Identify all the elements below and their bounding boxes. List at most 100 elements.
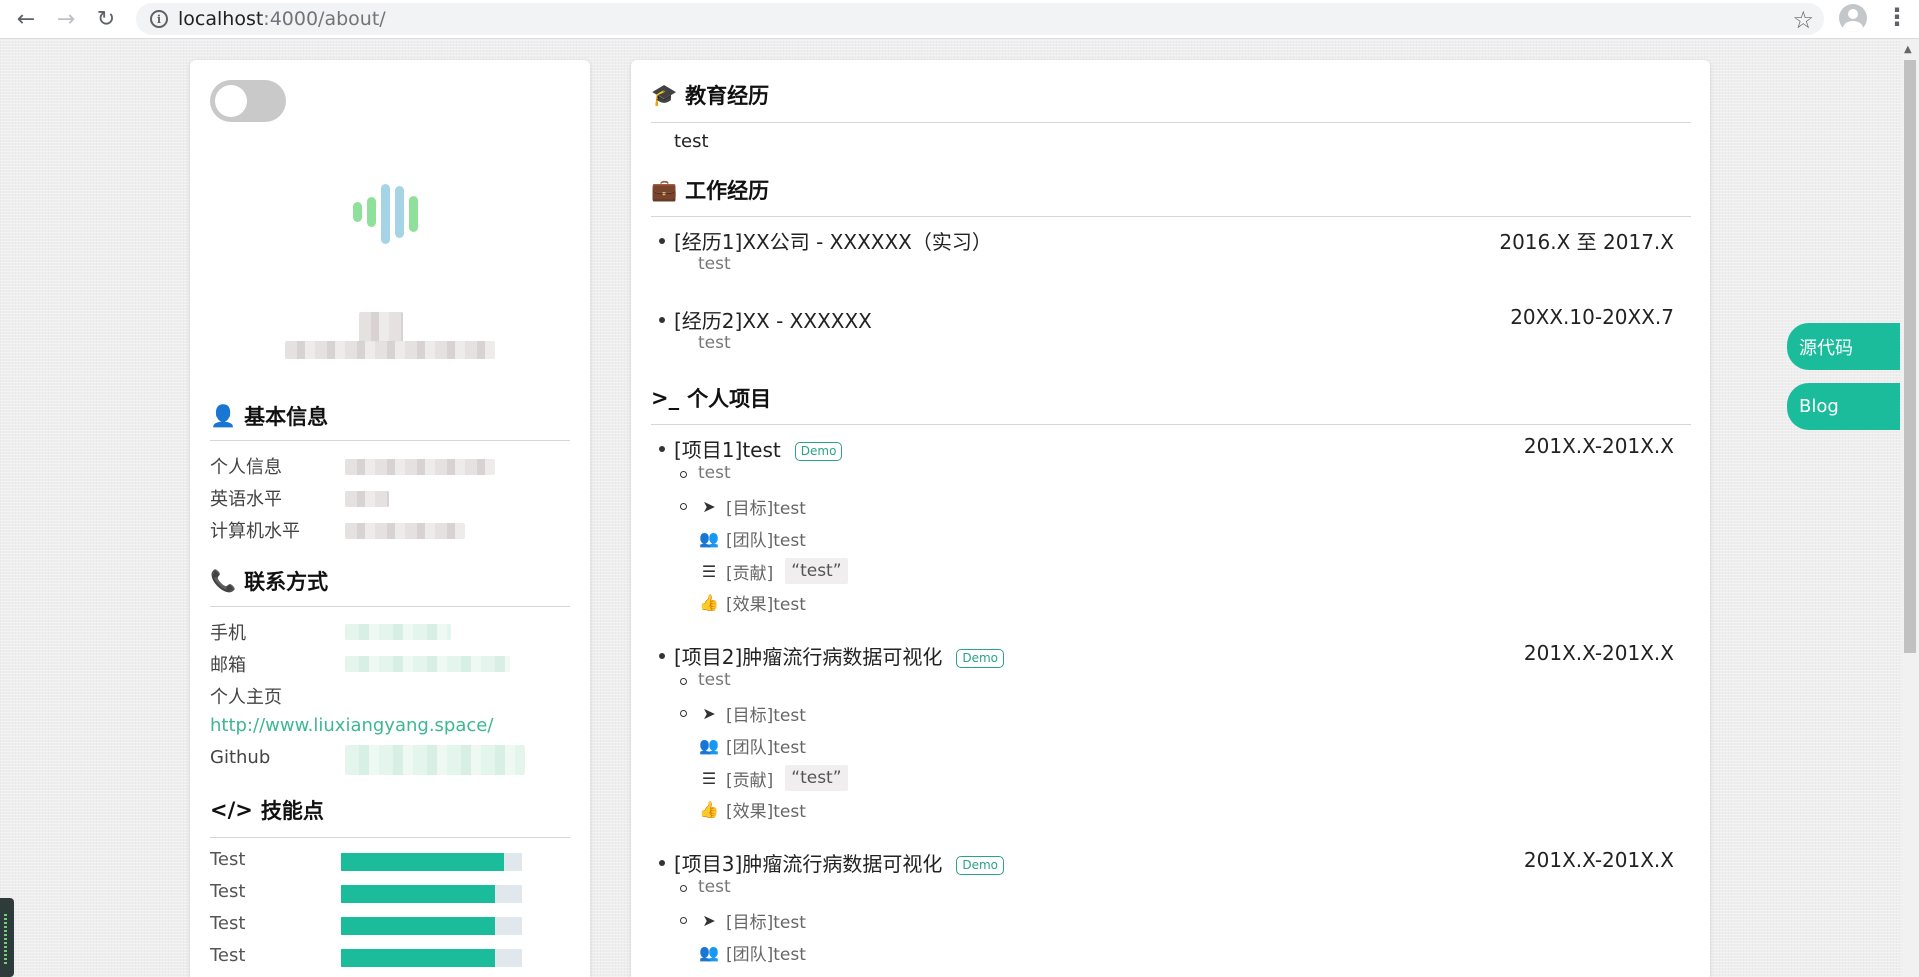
paper-plane-icon: ➤: [702, 497, 716, 516]
users-icon: 👥: [699, 529, 719, 548]
sub-bullet: [680, 710, 687, 717]
project-team: 👥 [团队]test: [699, 943, 806, 965]
divider: [210, 837, 570, 838]
divider: [210, 440, 570, 441]
browser-menu-icon[interactable]: ⋮: [1885, 3, 1909, 31]
project-contribution: ☰ [贡献] “test”: [698, 765, 848, 791]
basic-info-heading: 👤 基本信息: [210, 403, 329, 430]
list-bullet: [659, 238, 665, 244]
scroll-up-icon[interactable]: ▲: [1904, 44, 1912, 55]
redacted-email: [345, 656, 510, 672]
project-goal: ➤ [目标]test: [698, 494, 806, 519]
projects-heading: >_ 个人项目: [651, 386, 772, 411]
education-text: test: [674, 131, 709, 152]
terminal-icon: >_: [651, 386, 680, 410]
computer-level-label: 计算机水平: [210, 521, 300, 542]
sub-bullet: [680, 471, 687, 478]
project-item-title: [项目1]test Demo: [674, 434, 843, 463]
source-code-button[interactable]: 源代码: [1787, 323, 1900, 370]
site-info-icon[interactable]: i: [150, 10, 168, 28]
redacted-value: [345, 491, 389, 507]
skill-bar-fill: [341, 917, 495, 935]
phone-icon: 📞: [210, 568, 237, 593]
redacted-name: [359, 312, 403, 342]
sub-bullet: [680, 885, 687, 892]
divider: [651, 122, 1691, 123]
sub-bullet: [680, 917, 687, 924]
work-item-title: [经历2]XX - XXXXXX: [674, 309, 872, 333]
graduation-cap-icon: 🎓: [651, 82, 678, 107]
list-bullet: [659, 446, 665, 452]
homepage-label: 个人主页: [210, 687, 282, 708]
demo-badge[interactable]: Demo: [956, 649, 1004, 668]
profile-sidebar: 👤 基本信息 个人信息 英语水平 计算机水平 📞 联系方式 手机 邮箱 个人主页…: [190, 60, 590, 977]
redacted-phone: [345, 624, 451, 640]
skills-heading: </> 技能点: [210, 798, 324, 823]
paper-plane-icon: ➤: [702, 704, 716, 723]
work-item-date: 2016.X 至 2017.X: [1499, 230, 1674, 254]
skill-item: Test: [210, 881, 540, 905]
list-bullet: [659, 317, 665, 323]
project-item-date: 201X.X-201X.X: [1523, 848, 1674, 872]
bookmark-star-icon[interactable]: ☆: [1792, 6, 1814, 34]
work-item-date: 20XX.10-20XX.7: [1510, 305, 1674, 329]
redacted-subtitle: [285, 341, 495, 359]
contact-heading: 📞 联系方式: [210, 568, 329, 595]
theme-toggle[interactable]: [210, 80, 286, 122]
skill-bar-fill: [341, 853, 504, 871]
github-label: Github: [210, 747, 271, 768]
divider: [651, 424, 1691, 425]
demo-badge[interactable]: Demo: [794, 442, 843, 461]
project-effect: 👍 [效果]test: [699, 800, 806, 822]
project-item-date: 201X.X-201X.X: [1523, 434, 1674, 458]
list-icon: ☰: [701, 768, 717, 788]
list-bullet: [659, 860, 665, 866]
education-heading: 🎓 教育经历: [651, 82, 770, 109]
paper-plane-icon: ➤: [702, 911, 716, 930]
divider: [651, 216, 1691, 217]
code-snippet: “test”: [785, 558, 848, 584]
profile-avatar-icon[interactable]: [1839, 4, 1867, 32]
skill-bar-fill: [341, 949, 495, 967]
url-text: localhost:4000/about/: [178, 8, 386, 30]
phone-label: 手机: [210, 623, 246, 644]
project-effect: 👍 [效果]test: [699, 593, 806, 615]
skill-name: Test: [210, 849, 246, 870]
personal-info-label: 个人信息: [210, 457, 282, 478]
redacted-value: [345, 459, 495, 475]
demo-badge[interactable]: Demo: [956, 856, 1004, 875]
work-item-title: [经历1]XX公司 - XXXXXX（实习）: [674, 230, 992, 254]
blog-button[interactable]: Blog: [1787, 383, 1900, 430]
sub-bullet: [680, 503, 687, 510]
skill-item: Test: [210, 913, 540, 937]
project-team: 👥 [团队]test: [699, 529, 806, 551]
skill-name: Test: [210, 945, 246, 966]
reload-icon[interactable]: ↻: [86, 0, 126, 39]
users-icon: 👥: [699, 943, 719, 962]
redacted-github: [345, 745, 525, 775]
project-desc: test: [698, 463, 731, 483]
forward-arrow-icon[interactable]: →: [46, 0, 86, 39]
browser-toolbar: ← → ↻ i localhost:4000/about/ ☆ ⋮: [0, 0, 1919, 39]
skill-item: Test: [210, 945, 540, 969]
skill-bar: [341, 917, 522, 935]
sub-bullet: [680, 678, 687, 685]
work-item-desc: test: [698, 254, 731, 274]
scrollbar-thumb[interactable]: [1904, 60, 1916, 653]
list-bullet: [659, 653, 665, 659]
code-snippet: “test”: [785, 765, 848, 791]
thumbs-up-icon: 👍: [699, 800, 719, 819]
homepage-link[interactable]: http://www.liuxiangyang.space/: [210, 715, 493, 736]
project-contribution: ☰ [贡献] “test”: [698, 558, 848, 584]
back-arrow-icon[interactable]: ←: [6, 0, 46, 39]
project-team: 👥 [团队]test: [699, 736, 806, 758]
code-icon: </>: [210, 798, 253, 822]
address-bar[interactable]: i localhost:4000/about/ ☆: [136, 3, 1824, 35]
skill-name: Test: [210, 881, 246, 902]
skill-bar: [341, 949, 522, 967]
music-player-widget[interactable]: [0, 898, 14, 977]
email-label: 邮箱: [210, 655, 246, 676]
briefcase-icon: 💼: [651, 177, 678, 202]
users-icon: 👥: [699, 736, 719, 755]
logo-icon: [353, 180, 433, 244]
